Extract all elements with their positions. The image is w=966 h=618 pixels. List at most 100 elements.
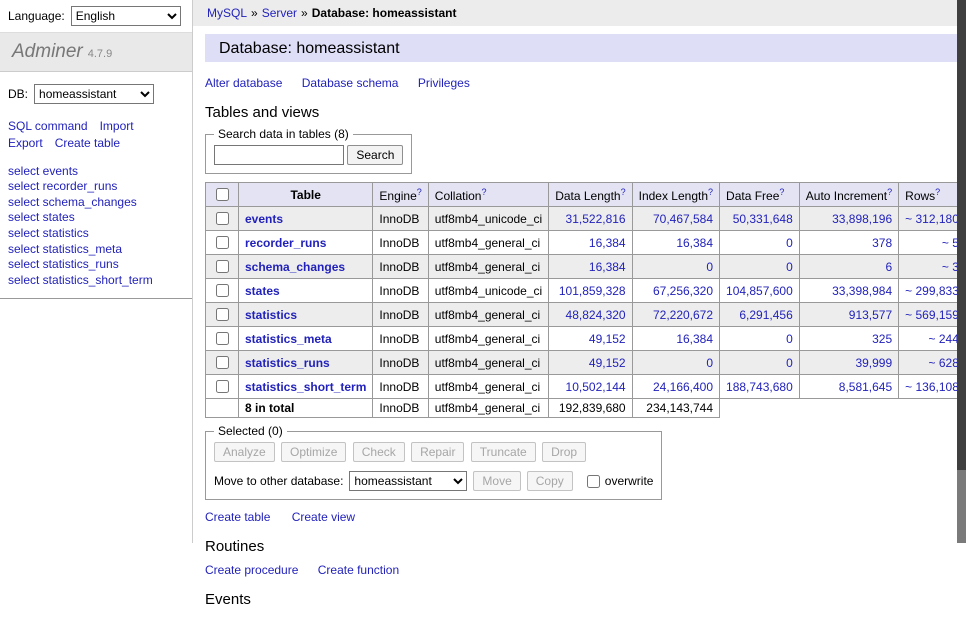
rows-count-link[interactable]: ~ 299,833 [905,284,959,298]
data-length-link[interactable]: 10,502,144 [566,380,626,394]
auto-increment-link[interactable]: 325 [872,332,892,346]
rows-count-link[interactable]: ~ 569,159 [905,308,959,322]
help-icon[interactable]: ? [935,187,940,197]
sidebar-item-select-states[interactable]: select states [8,210,184,226]
auto-increment-link[interactable]: 33,898,196 [832,212,892,226]
data-free-link[interactable]: 0 [786,332,793,346]
data-length-link[interactable]: 49,152 [589,356,626,370]
index-length-link[interactable]: 72,220,672 [653,308,713,322]
analyze-button[interactable]: Analyze [214,442,275,462]
move-button[interactable]: Move [473,471,520,491]
row-checkbox[interactable] [216,212,229,225]
alter-database-link[interactable]: Alter database [205,76,282,90]
data-free-link[interactable]: 104,857,600 [726,284,793,298]
language-select[interactable]: English [71,6,181,26]
table-name-link[interactable]: statistics [245,308,297,322]
breadcrumb-mysql-link[interactable]: MySQL [207,6,247,20]
create-view-link[interactable]: Create view [292,510,355,524]
database-schema-link[interactable]: Database schema [302,76,399,90]
data-length-link[interactable]: 48,824,320 [566,308,626,322]
db-label: DB: [8,87,28,101]
sidebar-item-select-statistics[interactable]: select statistics [8,226,184,242]
index-length-link[interactable]: 24,166,400 [653,380,713,394]
overwrite-checkbox[interactable] [587,475,600,488]
auto-increment-link[interactable]: 39,999 [855,356,892,370]
data-free-link[interactable]: 50,331,648 [733,212,793,226]
move-db-select[interactable]: homeassistant [349,471,467,491]
rows-count-link[interactable]: ~ 244 [929,332,959,346]
sidebar-item-select-schema-changes[interactable]: select schema_changes [8,195,184,211]
help-icon[interactable]: ? [779,187,784,197]
data-free-link[interactable]: 0 [786,260,793,274]
sidebar-export-link[interactable]: Export [8,136,43,150]
data-free-link[interactable]: 0 [786,236,793,250]
repair-button[interactable]: Repair [411,442,464,462]
auto-increment-link[interactable]: 8,581,645 [839,380,892,394]
truncate-button[interactable]: Truncate [471,442,536,462]
search-button[interactable]: Search [347,145,403,165]
help-icon[interactable]: ? [621,187,626,197]
table-name-link[interactable]: states [245,284,280,298]
table-name-link[interactable]: events [245,212,283,226]
sidebar-item-select-statistics-runs[interactable]: select statistics_runs [8,257,184,273]
rows-count-link[interactable]: ~ 136,108 [905,380,959,394]
select-all-checkbox[interactable] [216,188,229,201]
data-length-link[interactable]: 49,152 [589,332,626,346]
row-checkbox[interactable] [216,308,229,321]
help-icon[interactable]: ? [708,187,713,197]
index-length-link[interactable]: 70,467,584 [653,212,713,226]
help-icon[interactable]: ? [481,187,486,197]
table-name-link[interactable]: statistics_meta [245,332,332,346]
data-length-link[interactable]: 16,384 [589,260,626,274]
auto-increment-link[interactable]: 33,398,984 [832,284,892,298]
sidebar-item-select-recorder-runs[interactable]: select recorder_runs [8,179,184,195]
help-icon[interactable]: ? [887,187,892,197]
create-function-link[interactable]: Create function [318,563,399,577]
privileges-link[interactable]: Privileges [418,76,470,90]
row-checkbox[interactable] [216,332,229,345]
row-checkbox[interactable] [216,380,229,393]
sidebar-item-select-statistics-short-term[interactable]: select statistics_short_term [8,273,184,289]
data-free-link[interactable]: 6,291,456 [739,308,792,322]
sidebar-create-table-link[interactable]: Create table [55,136,120,150]
table-name-link[interactable]: recorder_runs [245,236,326,250]
data-free-link[interactable]: 0 [786,356,793,370]
copy-button[interactable]: Copy [527,471,573,491]
data-length-link[interactable]: 16,384 [589,236,626,250]
breadcrumb-server-link[interactable]: Server [262,6,297,20]
vertical-scrollbar[interactable] [957,0,966,543]
search-input[interactable] [214,145,344,165]
db-select[interactable]: homeassistant [34,84,154,104]
check-button[interactable]: Check [353,442,405,462]
row-checkbox[interactable] [216,236,229,249]
index-length-link[interactable]: 0 [706,260,713,274]
rows-count-link[interactable]: ~ 312,180 [905,212,959,226]
rows-count-link[interactable]: ~ 628 [929,356,959,370]
create-procedure-link[interactable]: Create procedure [205,563,298,577]
auto-increment-link[interactable]: 6 [885,260,892,274]
data-length-link[interactable]: 31,522,816 [566,212,626,226]
index-length-link[interactable]: 16,384 [676,236,713,250]
create-table-link[interactable]: Create table [205,510,270,524]
data-free-link[interactable]: 188,743,680 [726,380,793,394]
index-length-link[interactable]: 67,256,320 [653,284,713,298]
index-length-link[interactable]: 0 [706,356,713,370]
sidebar-item-select-events[interactable]: select events [8,164,184,180]
table-name-link[interactable]: schema_changes [245,260,345,274]
data-length-link[interactable]: 101,859,328 [559,284,626,298]
optimize-button[interactable]: Optimize [281,442,346,462]
scrollbar-thumb[interactable] [957,0,966,470]
row-checkbox[interactable] [216,260,229,273]
row-checkbox[interactable] [216,284,229,297]
index-length-link[interactable]: 16,384 [676,332,713,346]
table-name-link[interactable]: statistics_short_term [245,380,366,394]
auto-increment-link[interactable]: 913,577 [849,308,892,322]
sidebar-sql-command-link[interactable]: SQL command [8,119,88,133]
help-icon[interactable]: ? [417,187,422,197]
sidebar-import-link[interactable]: Import [100,119,134,133]
row-checkbox[interactable] [216,356,229,369]
sidebar-item-select-statistics-meta[interactable]: select statistics_meta [8,242,184,258]
table-name-link[interactable]: statistics_runs [245,356,330,370]
drop-button[interactable]: Drop [542,442,586,462]
auto-increment-link[interactable]: 378 [872,236,892,250]
